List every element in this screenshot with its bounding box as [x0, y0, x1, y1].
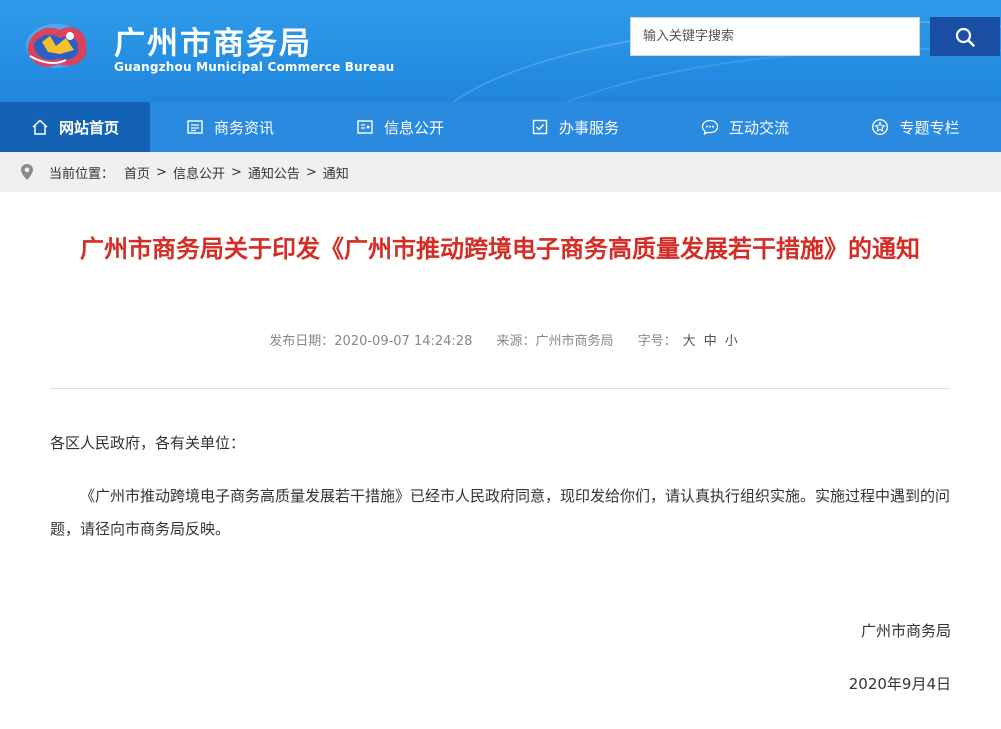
- star-icon: [871, 118, 889, 136]
- font-size-medium-button[interactable]: 中: [704, 334, 717, 349]
- font-size-large-button[interactable]: 大: [683, 334, 696, 349]
- search-icon: [955, 27, 975, 47]
- main-nav: 网站首页 商务资讯 信息公开 办事服务 互动交流 专题专栏: [0, 102, 1001, 152]
- article-signature: 广州市商务局: [860, 622, 951, 640]
- article-body: 《广州市推动跨境电子商务高质量发展若干措施》已经市人民政府同意，现印发给你们，请…: [50, 487, 951, 538]
- site-subtitle: Guangzhou Municipal Commerce Bureau: [114, 60, 395, 74]
- breadcrumb-link-announcements[interactable]: 通知公告: [248, 163, 300, 182]
- article-salutation: 各区人民政府，各有关单位：: [50, 434, 246, 452]
- breadcrumb: 当前位置： 首页 > 信息公开 > 通知公告 > 通知: [0, 152, 1001, 192]
- nav-item-label: 互动交流: [728, 118, 789, 137]
- breadcrumb-separator: >: [230, 164, 242, 180]
- nav-item-label: 信息公开: [383, 118, 444, 137]
- breadcrumb-link-info[interactable]: 信息公开: [173, 163, 225, 182]
- nav-item-home[interactable]: 网站首页: [0, 102, 150, 152]
- nav-item-label: 网站首页: [58, 118, 119, 137]
- nav-item-news[interactable]: 商务资讯: [150, 102, 310, 152]
- site-header: 广州市商务局 Guangzhou Municipal Commerce Bure…: [0, 0, 1001, 102]
- site-title[interactable]: 广州市商务局: [114, 18, 312, 63]
- breadcrumb-separator: >: [305, 164, 317, 180]
- article-meta: 发布日期：2020-09-07 14:24:28 来源：广州市商务局 字号： 大中…: [0, 330, 1001, 349]
- nav-item-interaction[interactable]: 互动交流: [660, 102, 830, 152]
- search-button[interactable]: [930, 17, 1000, 56]
- breadcrumb-separator: >: [156, 164, 167, 180]
- breadcrumb-link-home[interactable]: 首页: [124, 163, 150, 182]
- breadcrumb-prefix: 当前位置：: [49, 166, 115, 182]
- nav-item-label: 办事服务: [558, 118, 619, 137]
- chat-icon: [701, 118, 719, 136]
- nav-item-label: 专题专栏: [899, 118, 960, 137]
- info-icon: [356, 118, 374, 136]
- search-input[interactable]: [630, 17, 920, 56]
- nav-item-services[interactable]: 办事服务: [490, 102, 660, 152]
- font-size-small-button[interactable]: 小: [725, 334, 738, 349]
- nav-item-label: 商务资讯: [213, 118, 274, 137]
- publish-date: 发布日期：2020-09-07 14:24:28: [269, 334, 473, 349]
- news-icon: [186, 118, 204, 136]
- font-size-label: 字号：: [637, 334, 677, 349]
- article-title: 广州市商务局关于印发《广州市推动跨境电子商务高质量发展若干措施》的通知: [80, 235, 920, 263]
- article-date: 2020年9月4日: [848, 675, 951, 693]
- checkbox-icon: [531, 118, 549, 136]
- breadcrumb-link-notice[interactable]: 通知: [323, 163, 349, 182]
- nav-item-info[interactable]: 信息公开: [310, 102, 490, 152]
- divider: [50, 388, 950, 389]
- article-source: 来源：广州市商务局: [496, 334, 614, 349]
- nav-item-topics[interactable]: 专题专栏: [830, 102, 1001, 152]
- city-logo-icon[interactable]: [20, 16, 94, 74]
- home-icon: [31, 118, 49, 136]
- location-pin-icon: [20, 163, 34, 181]
